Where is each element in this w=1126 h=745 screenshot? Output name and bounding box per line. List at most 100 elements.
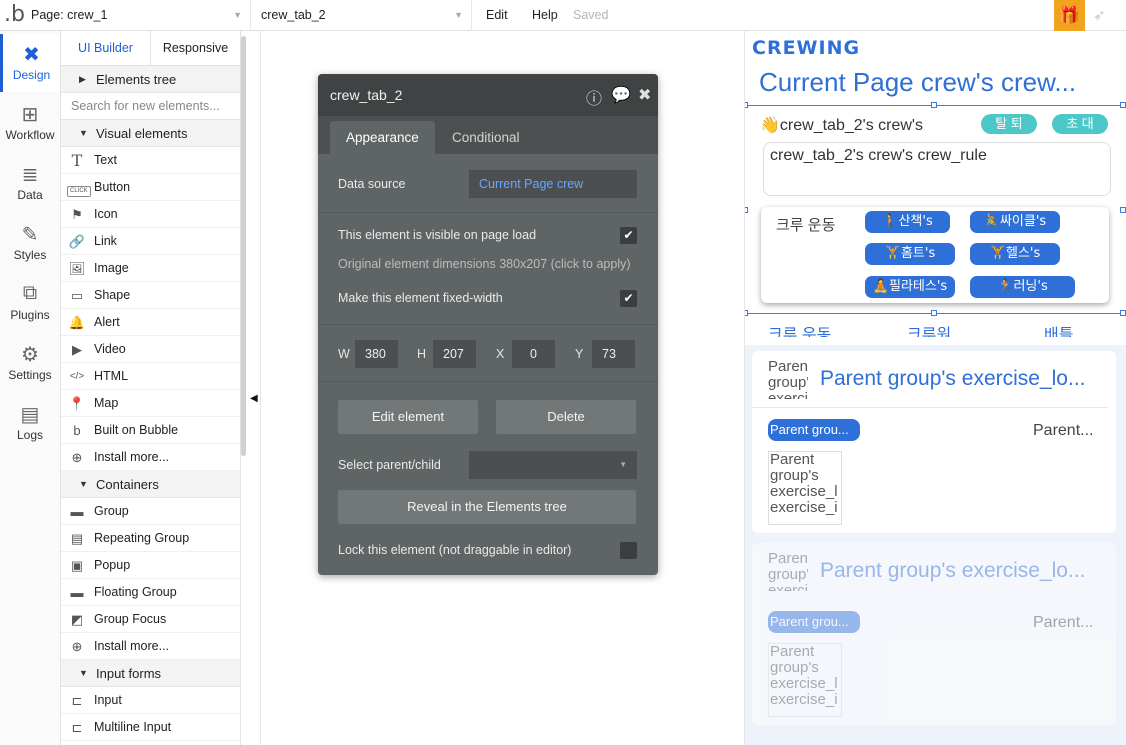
invite-button[interactable]: 초 대 [1052,114,1108,134]
exercise-running-button[interactable]: 🏃러닝's [970,276,1075,298]
exercise-walk-button[interactable]: 🚶산책's [865,211,950,233]
menu-edit[interactable]: Edit [486,0,508,31]
lock-checkbox[interactable] [620,542,637,559]
select-parent-dropdown[interactable]: ▼ [469,451,637,479]
info-icon[interactable]: ⓘ [586,85,602,109]
gear-icon: ⚙ [21,344,39,366]
top-bar: .b Page: crew_1 ▼ crew_tab_2 ▼ Edit Help… [0,0,1126,31]
palette-item-shape[interactable]: ▭ Shape [61,282,240,309]
fixed-width-checkbox[interactable]: ✔ [620,290,637,307]
width-input[interactable]: 380 [355,340,398,368]
card-badge[interactable]: Parent grou... [768,611,860,633]
tab-ui-builder[interactable]: UI Builder [61,31,151,65]
original-dimensions-link[interactable]: Original element dimensions 380x207 (cli… [338,257,631,271]
list-item[interactable]: Parent group's exercise_lo Parent group'… [752,351,1116,533]
palette-item-video[interactable]: ▶ Video [61,336,240,363]
resize-handle[interactable] [931,102,937,108]
exercise-hometraining-button[interactable]: 🏋홈트's [865,243,955,265]
nav-workflow[interactable]: ⊞ Workflow [0,94,60,152]
tab-appearance[interactable]: Appearance [330,121,435,154]
exercise-group[interactable]: 크루 운동 🚶산책's 🚴싸이클's 🏋홈트's 🏋헬스's 🧘필라테스's 🏃… [761,207,1109,303]
x-input[interactable]: 0 [512,340,555,368]
palette-item-image[interactable]: 🖼 Image [61,255,240,282]
edit-element-button[interactable]: Edit element [338,400,478,434]
gift-icon[interactable]: 🎁 [1054,0,1085,31]
palette-item-floating-group[interactable]: ▬ Floating Group [61,579,240,606]
folder-icon: ▬ [70,585,84,600]
palette-item-icon[interactable]: ⚑ Icon [61,201,240,228]
exercise-pilates-button[interactable]: 🧘필라테스's [865,276,955,298]
palette-item-built-on-bubble[interactable]: b Built on Bubble [61,417,240,444]
tab-conditional[interactable]: Conditional [436,121,536,154]
tab-battle[interactable]: 배틀 [1044,321,1073,337]
palette-item-repeating-group[interactable]: ▤ Repeating Group [61,525,240,552]
crew-name[interactable]: 👋crew_tab_2's crew's [760,115,923,135]
resize-handle[interactable] [931,310,937,316]
element-search-input[interactable]: Search for new elements... [61,93,240,120]
close-icon[interactable]: ✖ [638,85,651,105]
height-input[interactable]: 207 [433,340,476,368]
crew-rule-box[interactable]: crew_tab_2's crew's crew_rule [763,142,1111,196]
card-thumbnail: Parent group's exercise_lo [768,359,808,399]
leave-button[interactable]: 탈 퇴 [981,114,1037,134]
nav-design[interactable]: ✖ Design [0,34,60,92]
palette-item-group[interactable]: ▬ Group [61,498,240,525]
page-selector[interactable]: Page: crew_1 ▼ [31,0,251,31]
plus-circle-icon: ⊕ [71,450,83,465]
exercise-gym-button[interactable]: 🏋헬스's [970,243,1060,265]
tab-responsive[interactable]: Responsive [151,31,240,65]
nav-settings[interactable]: ⚙ Settings [0,334,60,392]
section-input-forms[interactable]: ▼ Input forms [61,660,240,687]
delete-button[interactable]: Delete [496,400,636,434]
palette-item-button[interactable]: CLICK Button [61,174,240,201]
section-visual-elements[interactable]: ▼ Visual elements [61,120,240,147]
resize-handle[interactable] [745,310,748,316]
section-containers[interactable]: ▼ Containers [61,471,240,498]
palette-item-alert[interactable]: 🔔 Alert [61,309,240,336]
palette-item-install-more-containers[interactable]: ⊕ Install more... [61,633,240,660]
exercise-cycle-button[interactable]: 🚴싸이클's [970,211,1060,233]
nav-data[interactable]: ≣ Data [0,154,60,212]
tab-crew-members[interactable]: 크루원 [907,321,951,337]
comment-icon[interactable]: 💬 [611,85,631,105]
palette-item-label: Text [94,153,117,167]
menu-help[interactable]: Help [532,0,558,31]
nav-plugins[interactable]: ⧉ Plugins [0,274,60,332]
section-elements-tree[interactable]: ▶ Elements tree [61,66,240,93]
palette-item-text[interactable]: T Text [61,147,240,174]
page-preview[interactable]: CREWING Current Page crew's crew... 👋cre… [745,31,1126,745]
collapse-panel-icon[interactable]: ◀ [250,393,258,404]
flag-icon: ⚑ [71,207,83,222]
visible-checkbox[interactable]: ✔ [620,227,637,244]
cursor-icon[interactable]: ➶ [1093,6,1106,24]
resize-handle[interactable] [1120,310,1126,316]
resize-handle[interactable] [745,102,748,108]
palette-item-multiline-input[interactable]: ⊏ Multiline Input [61,714,240,741]
card-image: Parent group's exercise_l exercise_i [768,643,842,717]
data-source-field[interactable]: Current Page crew [469,170,637,198]
y-input[interactable]: 73 [592,340,635,368]
palette-item-link[interactable]: 🔗 Link [61,228,240,255]
list-item[interactable]: Parent group's exercise_lo Parent group'… [752,543,1116,725]
palette-item-install-more[interactable]: ⊕ Install more... [61,444,240,471]
resize-handle[interactable] [1120,207,1126,213]
card-badge[interactable]: Parent grou... [768,419,860,441]
resize-handle[interactable] [1120,102,1126,108]
nav-logs[interactable]: ▤ Logs [0,394,60,452]
palette-item-popup[interactable]: ▣ Popup [61,552,240,579]
palette-item-label: Button [94,180,131,194]
resize-handle[interactable] [745,207,748,213]
property-editor-title: crew_tab_2 [330,87,403,103]
page-title[interactable]: Current Page crew's crew... [759,67,1076,98]
palette-item-group-focus[interactable]: ◩ Group Focus [61,606,240,633]
reveal-elements-tree-button[interactable]: Reveal in the Elements tree [338,490,636,524]
palette-item-map[interactable]: 📍 Map [61,390,240,417]
bubble-logo-icon[interactable]: .b [4,2,26,28]
element-selector[interactable]: crew_tab_2 ▼ [252,0,472,31]
palette-item-html[interactable]: </> HTML [61,363,240,390]
tab-crew-exercise[interactable]: 크루 운동 [768,321,831,337]
map-pin-icon: 📍 [68,396,86,411]
nav-styles[interactable]: ✎ Styles [0,214,60,272]
property-editor-header[interactable]: crew_tab_2 ⓘ 💬 ✖ [318,74,658,116]
palette-item-input[interactable]: ⊏ Input [61,687,240,714]
